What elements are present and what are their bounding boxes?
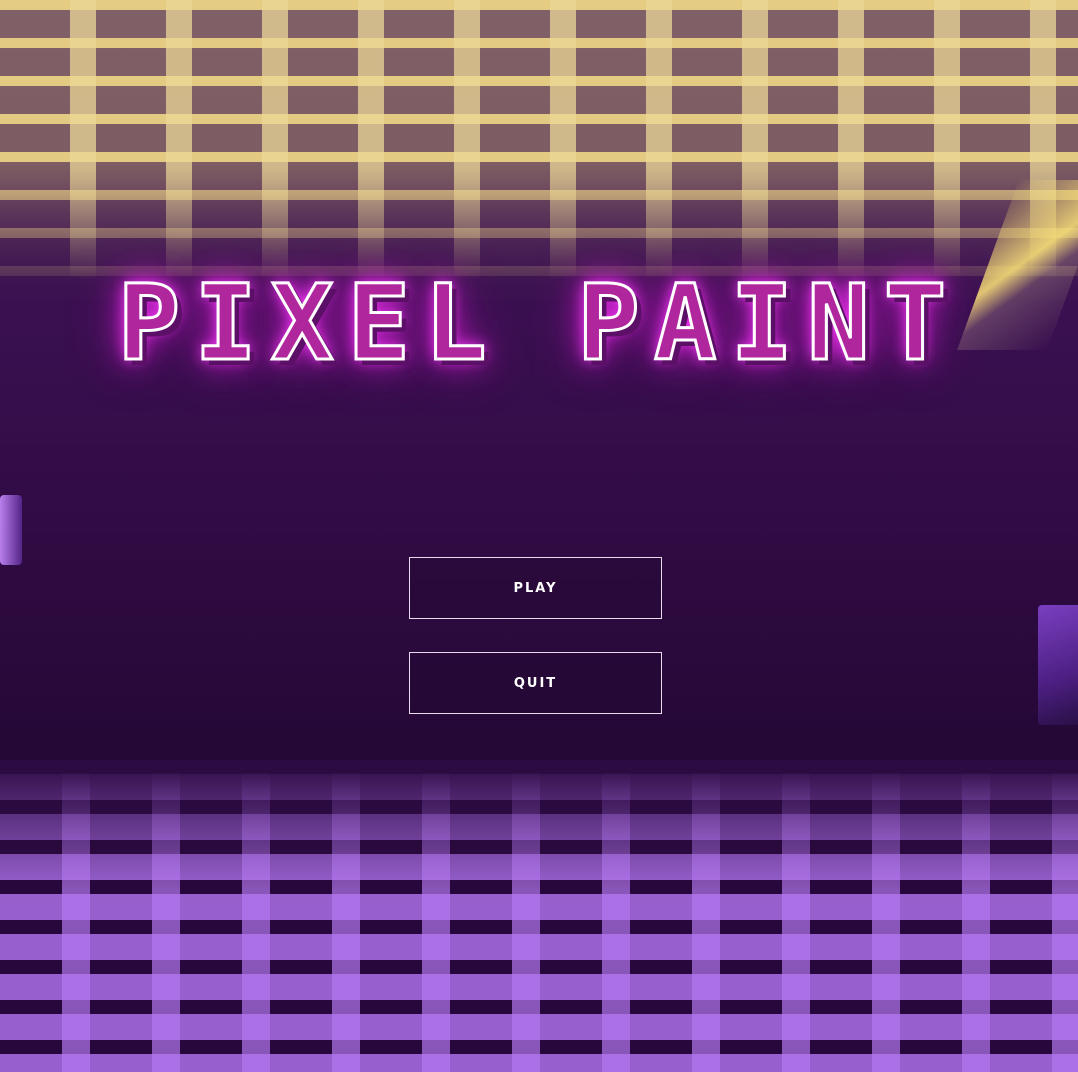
quit-button[interactable]: QUIT — [409, 652, 662, 714]
floating-shard-decoration — [0, 495, 22, 565]
play-button[interactable]: PLAY — [409, 557, 662, 619]
main-menu-screen: PIXEL PAINT PLAY QUIT — [0, 0, 1078, 1072]
ceiling-grid-lines — [0, 0, 1078, 280]
floating-cube-decoration — [1038, 605, 1078, 725]
game-title-logo: PIXEL PAINT — [116, 262, 961, 384]
floor-grid-lines — [0, 770, 1078, 1072]
